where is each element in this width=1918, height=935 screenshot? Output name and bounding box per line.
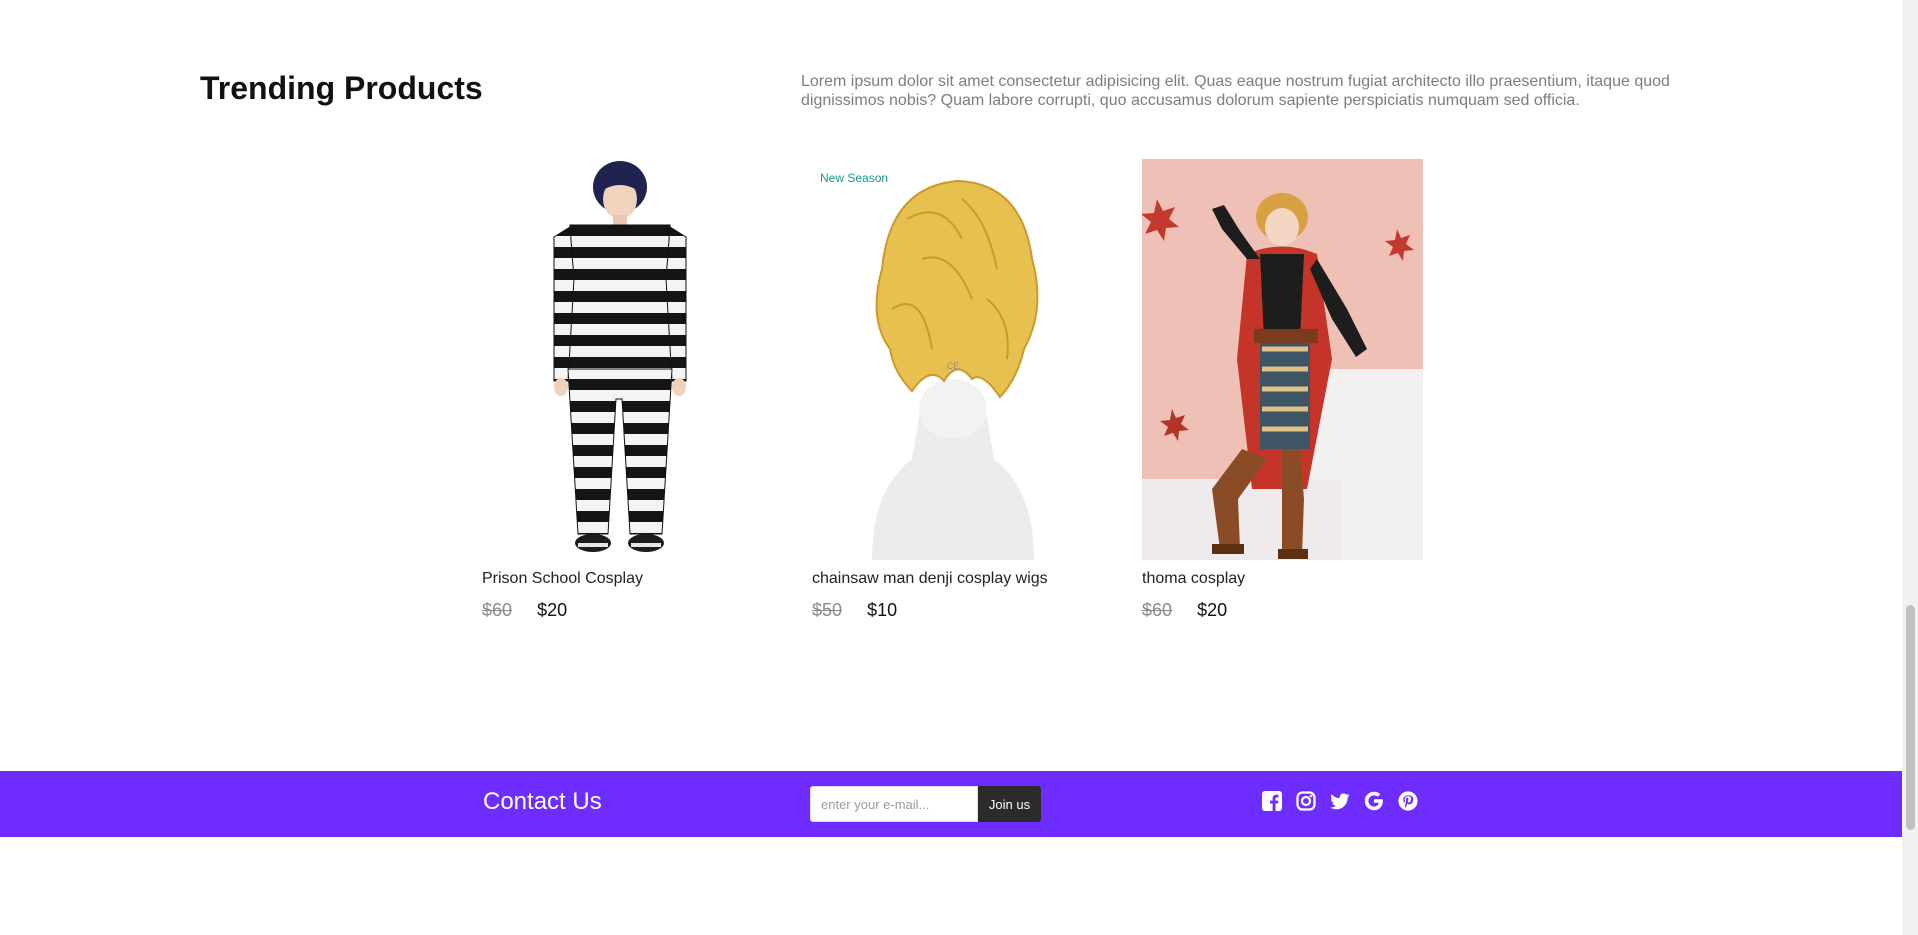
product-prices: $60 $20: [1142, 600, 1423, 621]
product-name[interactable]: chainsaw man denji cosplay wigs: [812, 570, 1093, 588]
email-input[interactable]: [810, 786, 978, 822]
contact-footer: Contact Us Join us: [0, 771, 1902, 837]
contact-title: Contact Us: [483, 788, 602, 815]
product-name[interactable]: Prison School Cosplay: [482, 570, 763, 588]
pinterest-icon[interactable]: [1398, 791, 1418, 811]
product-image[interactable]: New Season CE: [812, 159, 1093, 560]
product-image[interactable]: [1142, 159, 1423, 560]
twitter-icon[interactable]: [1330, 791, 1350, 811]
old-price: $50: [812, 600, 843, 620]
product-prices: $50 $10: [812, 600, 1093, 621]
instagram-icon[interactable]: [1296, 791, 1316, 811]
product-image[interactable]: [482, 159, 763, 560]
facebook-icon[interactable]: [1262, 791, 1282, 811]
product-name[interactable]: thoma cosplay: [1142, 570, 1423, 588]
prison-uniform-image: [553, 161, 687, 552]
product-card[interactable]: Prison School Cosplay $60 $20: [482, 159, 763, 621]
section-description: Lorem ipsum dolor sit amet consectetur a…: [801, 73, 1670, 109]
join-button[interactable]: Join us: [978, 786, 1041, 822]
blonde-wig-image: CE: [812, 159, 1093, 560]
scrollbar-thumb[interactable]: [1906, 605, 1915, 830]
google-icon[interactable]: [1364, 791, 1384, 811]
current-price: $10: [867, 600, 898, 620]
newsletter-form: Join us: [810, 786, 1041, 822]
old-price: $60: [482, 600, 513, 620]
product-prices: $60 $20: [482, 600, 763, 621]
current-price: $20: [537, 600, 568, 620]
page: Trending Products Lorem ipsum dolor sit …: [0, 0, 1902, 935]
product-card[interactable]: New Season CE chainsaw man denji cosplay…: [812, 159, 1093, 621]
product-card[interactable]: thoma cosplay $60 $20: [1142, 159, 1423, 621]
new-season-badge: New Season: [820, 171, 889, 185]
svg-text:CE: CE: [947, 361, 960, 371]
social-links: [1262, 791, 1418, 811]
old-price: $60: [1142, 600, 1173, 620]
page-scrollbar[interactable]: [1902, 0, 1918, 935]
section-title: Trending Products: [200, 70, 483, 106]
current-price: $20: [1197, 600, 1228, 620]
thoma-cosplay-image: [1142, 159, 1423, 560]
